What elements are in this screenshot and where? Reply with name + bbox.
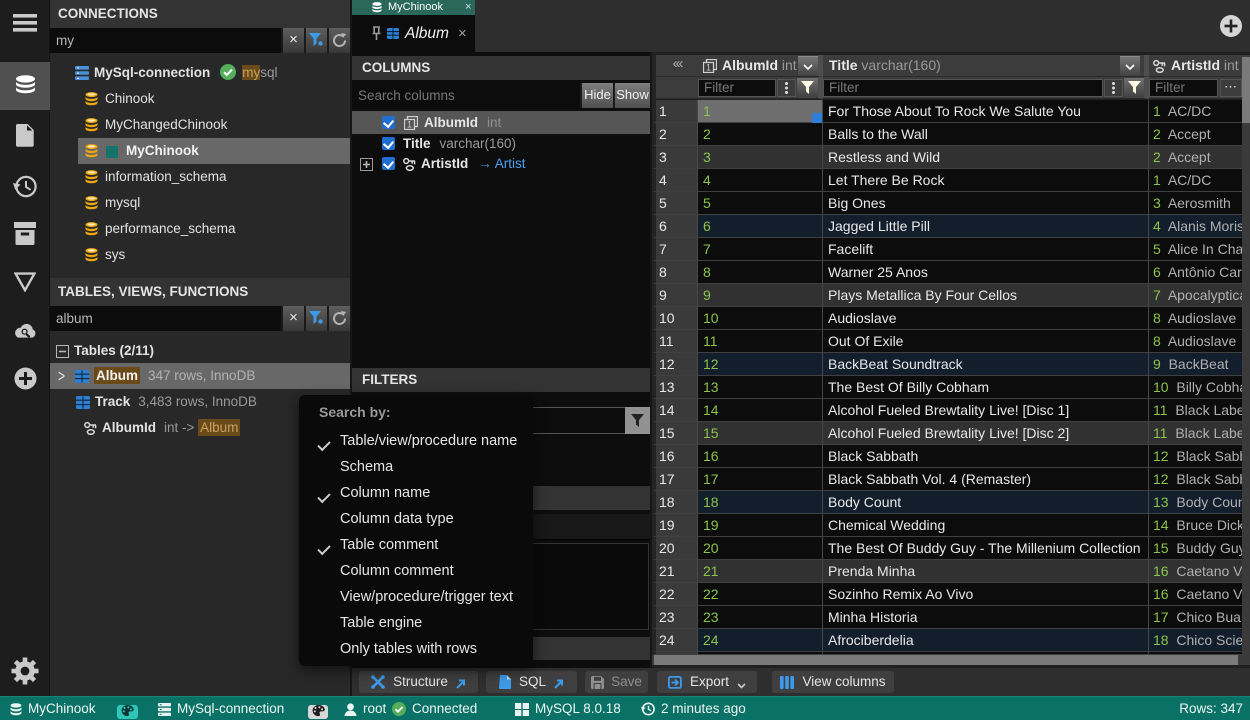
svg-text:1: 1 bbox=[706, 63, 711, 73]
svg-text:1: 1 bbox=[407, 120, 412, 130]
